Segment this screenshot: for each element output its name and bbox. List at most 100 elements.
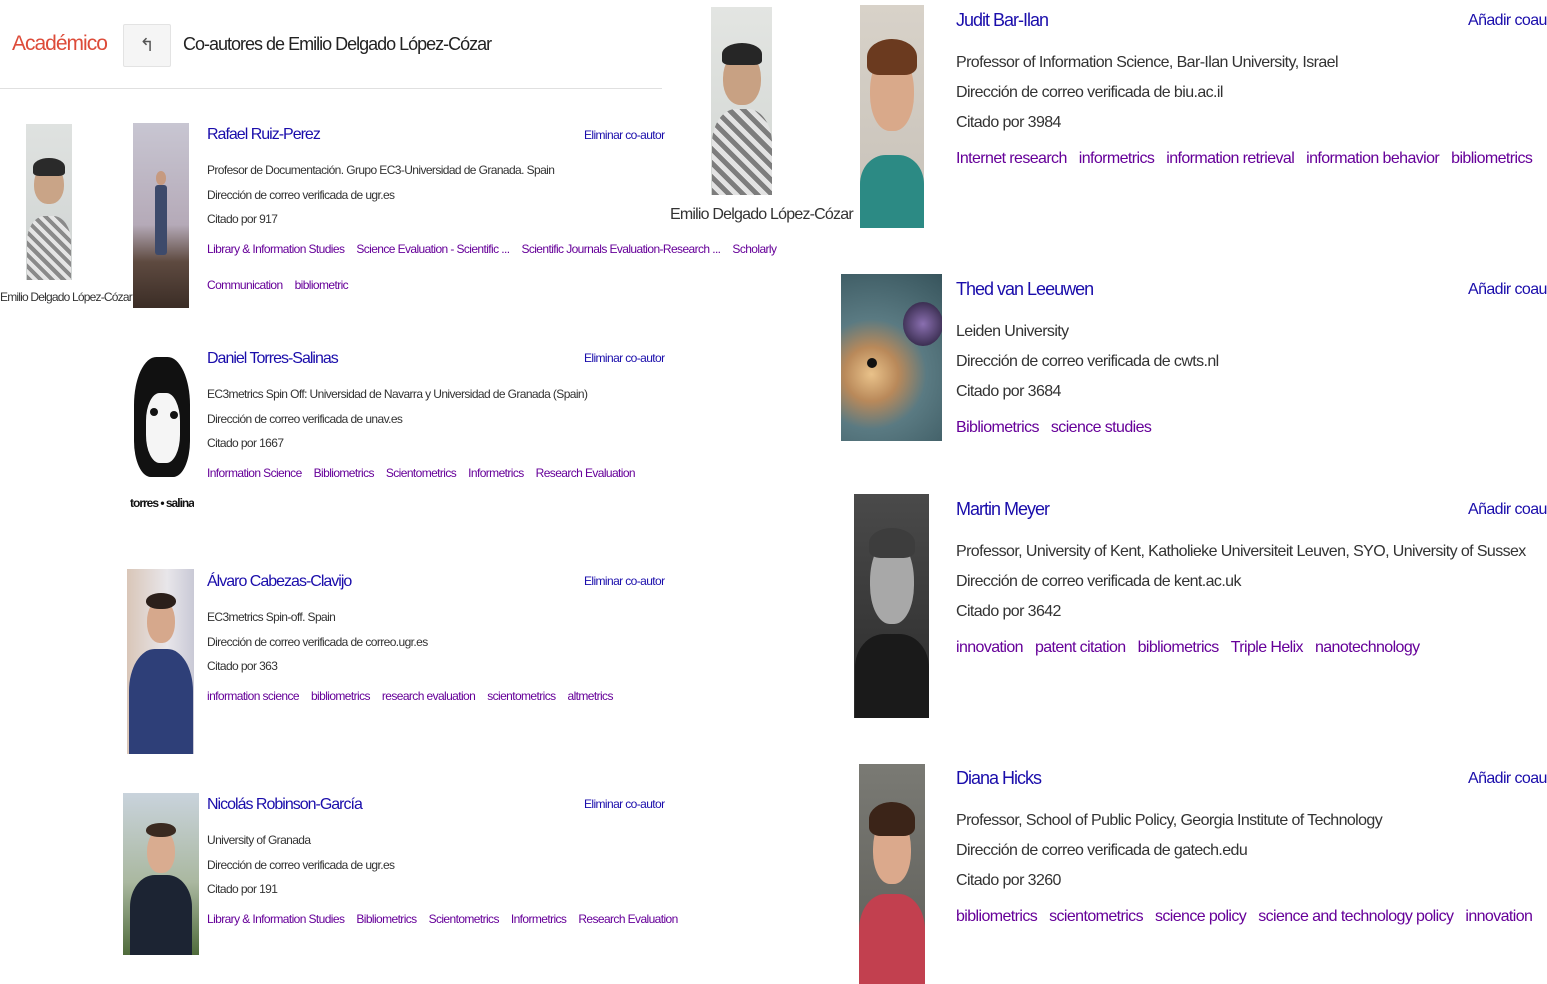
research-tag[interactable]: bibliometrics	[311, 689, 370, 703]
coauthor-cited-by[interactable]: Citado por 191	[207, 882, 278, 896]
research-tag[interactable]: Research Evaluation	[578, 912, 678, 926]
suggestion-photo[interactable]	[854, 494, 929, 718]
research-tag[interactable]: information science	[207, 689, 300, 703]
suggestion-name[interactable]: Thed van Leeuwen	[956, 279, 1094, 300]
coauthor-tags: Library & Information Studies Bibliometr…	[207, 912, 678, 926]
remove-coauthor-link[interactable]: Eliminar co-autor	[584, 128, 665, 142]
add-coauthor-link[interactable]: Añadir coautor	[1468, 281, 1547, 299]
research-tag[interactable]: Scientometrics	[386, 466, 457, 480]
research-tag[interactable]: scientometrics	[1049, 908, 1143, 926]
brand-logo[interactable]: Académico	[12, 32, 108, 56]
research-tag[interactable]: research evaluation	[382, 689, 476, 703]
research-tag[interactable]: information behavior	[1306, 150, 1440, 168]
research-tag[interactable]: bibliometric	[295, 278, 349, 292]
research-tag[interactable]: altmetrics	[568, 689, 614, 703]
research-tag[interactable]: Scientific Journals Evaluation-Research …	[521, 242, 721, 256]
owner-photo	[26, 124, 72, 280]
suggestion-name[interactable]: Diana Hicks	[956, 768, 1042, 789]
research-tag[interactable]: Informetrics	[511, 912, 567, 926]
suggestion-affiliation: Professor, University of Kent, Katholiek…	[956, 543, 1526, 560]
research-tag[interactable]: Scientometrics	[429, 912, 500, 926]
suggestion-email: Dirección de correo verificada de kent.a…	[956, 573, 1241, 590]
suggestion-name[interactable]: Martin Meyer	[956, 499, 1050, 520]
research-tag[interactable]: Library & Information Studies	[207, 912, 345, 926]
research-tag[interactable]: bibliometrics	[1138, 639, 1220, 657]
suggestion-name[interactable]: Judit Bar-Ilan	[956, 10, 1049, 31]
arrow-back-icon: ↰	[139, 35, 155, 55]
photo-caption: torres • salinas	[130, 496, 194, 510]
research-tag[interactable]: Internet research	[956, 150, 1067, 168]
research-tag[interactable]: bibliometrics	[956, 908, 1038, 926]
research-tag[interactable]: bibliometrics	[1451, 150, 1533, 168]
coauthor-tags: Communication bibliometric	[207, 278, 349, 292]
owner-caption: Emilio Delgado López-Cózar	[0, 290, 133, 304]
research-tag[interactable]: Communication	[207, 278, 283, 292]
suggestion-tags: Internet research informetrics informati…	[956, 150, 1533, 168]
suggestion-photo[interactable]	[841, 274, 942, 441]
remove-coauthor-link[interactable]: Eliminar co-autor	[584, 351, 665, 365]
research-tag[interactable]: Scholarly	[732, 242, 777, 256]
research-tag[interactable]: Information Science	[207, 466, 302, 480]
suggestion-tags: bibliometrics scientometrics science pol…	[956, 908, 1533, 926]
suggestion-cited-by[interactable]: Citado por 3260	[956, 872, 1061, 890]
suggestion-cited-by[interactable]: Citado por 3642	[956, 603, 1061, 621]
research-tag[interactable]: Triple Helix	[1231, 639, 1304, 657]
coauthor-tags: Library & Information Studies Science Ev…	[207, 242, 777, 256]
suggestion-cited-by[interactable]: Citado por 3684	[956, 383, 1061, 401]
coauthor-affiliation: EC3metrics Spin-off. Spain	[207, 610, 336, 624]
research-tag[interactable]: innovation	[956, 639, 1024, 657]
remove-coauthor-link[interactable]: Eliminar co-autor	[584, 797, 665, 811]
coauthor-name[interactable]: Álvaro Cabezas-Clavijo	[207, 573, 352, 591]
remove-coauthor-link[interactable]: Eliminar co-autor	[584, 574, 665, 588]
research-tag[interactable]: Library & Information Studies	[207, 242, 345, 256]
research-tag[interactable]: patent citation	[1035, 639, 1126, 657]
page-title: Co-autores de Emilio Delgado López-Cózar	[183, 34, 492, 54]
research-tag[interactable]: information retrieval	[1166, 150, 1295, 168]
add-coauthor-link[interactable]: Añadir coautor	[1468, 501, 1547, 519]
coauthor-photo[interactable]	[127, 569, 194, 754]
coauthor-photo[interactable]	[133, 123, 189, 308]
research-tag[interactable]: Science Evaluation - Scientific ...	[356, 242, 510, 256]
suggestion-cited-by[interactable]: Citado por 3984	[956, 114, 1061, 132]
research-tag[interactable]: Informetrics	[468, 466, 524, 480]
research-tag[interactable]: Bibliometrics	[956, 419, 1039, 437]
research-tag[interactable]: science studies	[1051, 419, 1152, 437]
coauthor-cited-by[interactable]: Citado por 917	[207, 212, 278, 226]
research-tag[interactable]: science and technology policy	[1258, 908, 1454, 926]
coauthor-affiliation: Profesor de Documentación. Grupo EC3-Uni…	[207, 163, 555, 177]
header-divider	[0, 88, 662, 89]
research-tag[interactable]: nanotechnology	[1315, 639, 1420, 657]
coauthor-affiliation: EC3metrics Spin Off: Universidad de Nava…	[207, 387, 588, 401]
research-tag[interactable]: Research Evaluation	[536, 466, 636, 480]
coauthor-name[interactable]: Rafael Ruiz-Perez	[207, 126, 321, 144]
coauthor-cited-by[interactable]: Citado por 1667	[207, 436, 284, 450]
coauthor-email: Dirección de correo verificada de ugr.es	[207, 858, 395, 872]
coauthor-name[interactable]: Nicolás Robinson-García	[207, 796, 363, 814]
add-coauthor-link[interactable]: Añadir coautor	[1468, 770, 1547, 788]
suggestion-photo[interactable]	[860, 5, 924, 228]
suggestion-affiliation: Professor of Information Science, Bar-Il…	[956, 54, 1339, 71]
suggestion-photo[interactable]	[859, 764, 925, 984]
research-tag[interactable]: Bibliometrics	[356, 912, 417, 926]
coauthor-tags: information science bibliometrics resear…	[207, 689, 613, 703]
add-coauthor-link[interactable]: Añadir coautor	[1468, 12, 1547, 30]
research-tag[interactable]: scientometrics	[487, 689, 556, 703]
research-tag[interactable]: science policy	[1155, 908, 1247, 926]
coauthor-cited-by[interactable]: Citado por 363	[207, 659, 278, 673]
suggestion-email: Dirección de correo verificada de gatech…	[956, 842, 1248, 859]
coauthor-tags: Information Science Bibliometrics Scient…	[207, 466, 636, 480]
research-tag[interactable]: informetrics	[1079, 150, 1155, 168]
suggestion-tags: innovation patent citation bibliometrics…	[956, 639, 1420, 657]
suggestion-affiliation: Leiden University	[956, 323, 1069, 340]
coauthor-name[interactable]: Daniel Torres-Salinas	[207, 350, 339, 368]
research-tag[interactable]: innovation	[1465, 908, 1533, 926]
suggestion-email: Dirección de correo verificada de biu.ac…	[956, 84, 1223, 101]
coauthor-photo[interactable]: torres • salinas	[130, 353, 194, 517]
research-tag[interactable]: Bibliometrics	[314, 466, 375, 480]
back-button[interactable]: ↰	[123, 24, 171, 67]
suggestion-email: Dirección de correo verificada de cwts.n…	[956, 353, 1219, 370]
coauthor-photo[interactable]	[123, 793, 199, 955]
coauthor-affiliation: University of Granada	[207, 833, 311, 847]
coauthor-email: Dirección de correo verificada de correo…	[207, 635, 428, 649]
owner-caption: Emilio Delgado López-Cózar	[670, 206, 854, 223]
